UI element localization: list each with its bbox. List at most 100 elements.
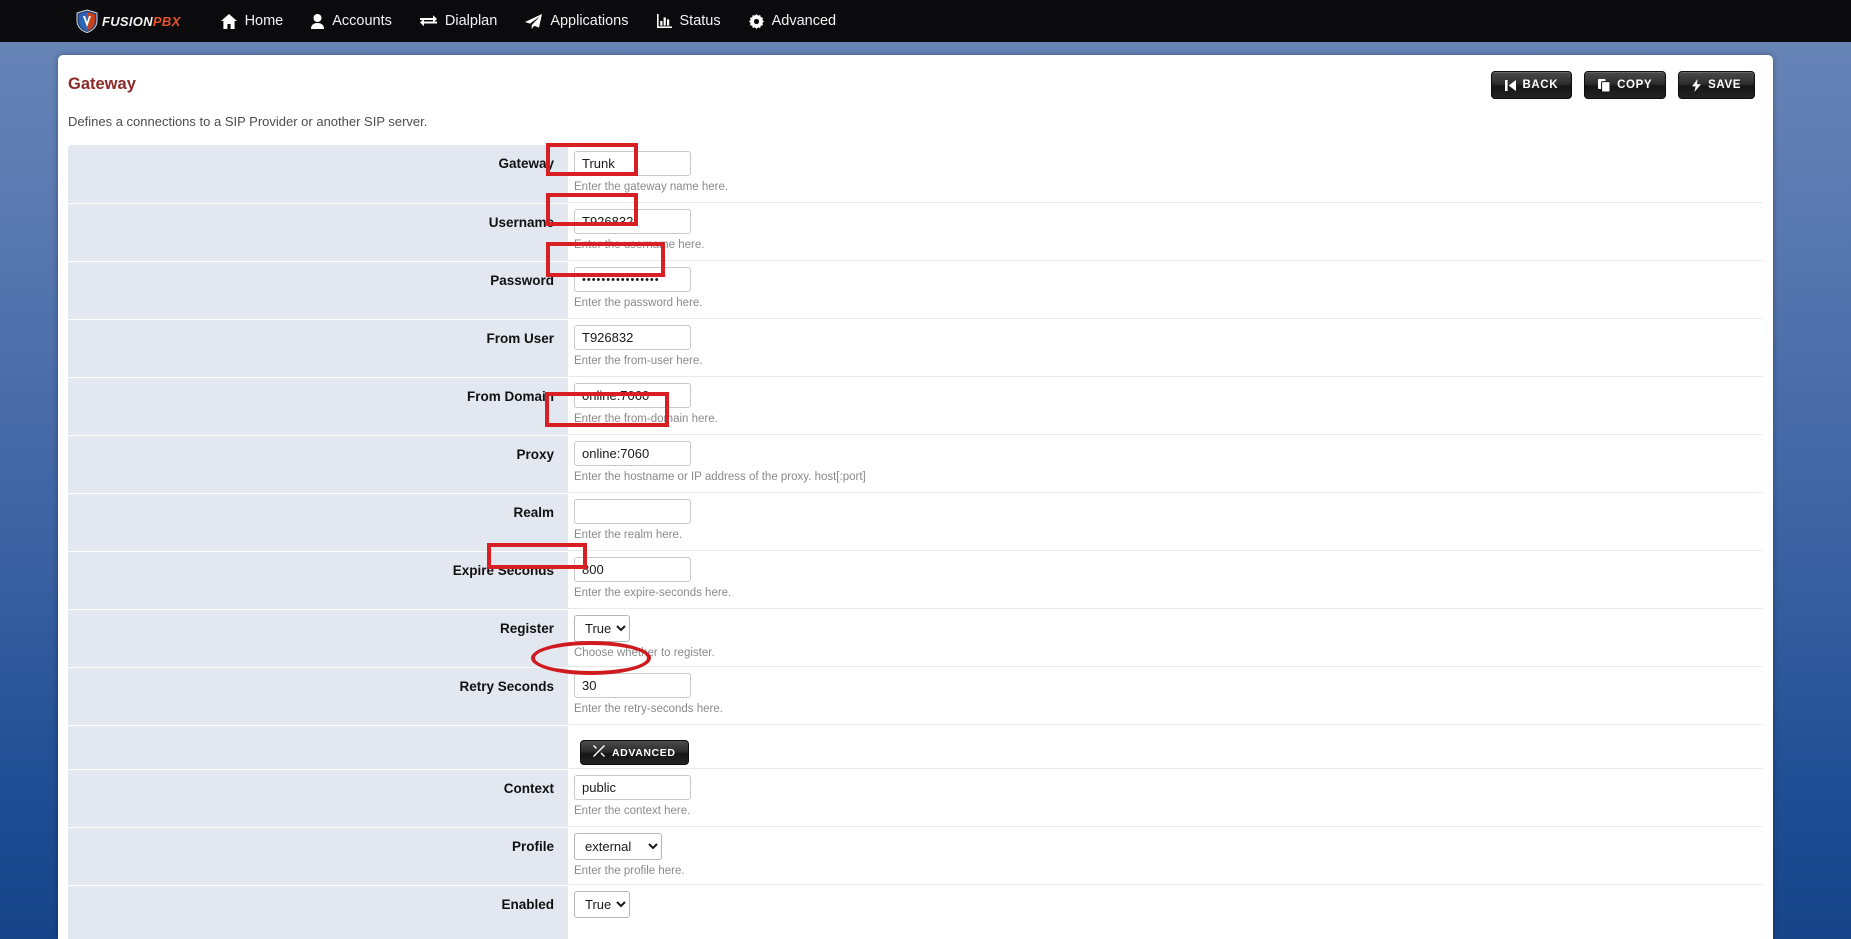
fusionpbx-logo[interactable]: FUSIONPBX: [76, 9, 181, 33]
logo-wordmark: FUSIONPBX: [102, 14, 181, 29]
label-username: Username: [68, 203, 568, 261]
label-enabled: Enabled: [68, 885, 568, 939]
form-row-from-domain: From Domain Enter the from-domain here.: [68, 377, 1763, 435]
page-title: Gateway: [68, 75, 136, 93]
nav-label-applications: Applications: [550, 13, 629, 29]
gateway-form: Gateway Enter the gateway name here. Use…: [68, 145, 1763, 939]
label-from-user: From User: [68, 319, 568, 377]
field-from-user: Enter the from-user here.: [568, 319, 1763, 377]
field-proxy: Enter the hostname or IP address of the …: [568, 435, 1763, 493]
hint-gateway: Enter the gateway name here.: [574, 181, 729, 193]
label-retry-seconds: Retry Seconds: [68, 667, 568, 725]
step-backward-icon: [1504, 79, 1516, 91]
context-input[interactable]: [574, 775, 691, 800]
advanced-button-wrap: ADVANCED: [574, 731, 1763, 765]
save-button[interactable]: SAVE: [1678, 71, 1755, 99]
gateway-input[interactable]: [574, 151, 691, 176]
form-row-context: Context Enter the context here.: [68, 769, 1763, 827]
form-row-gateway: Gateway Enter the gateway name here.: [68, 145, 1763, 203]
nav-label-accounts: Accounts: [332, 13, 392, 29]
nav-item-applications[interactable]: Applications: [511, 0, 642, 42]
enabled-select[interactable]: True False: [574, 891, 630, 918]
retry-seconds-input[interactable]: [574, 673, 691, 698]
nav-item-accounts[interactable]: Accounts: [297, 0, 406, 42]
form-row-realm: Realm Enter the realm here.: [68, 493, 1763, 551]
label-from-domain: From Domain: [68, 377, 568, 435]
copy-files-icon: [1598, 78, 1611, 92]
nav-item-dialplan[interactable]: Dialplan: [406, 0, 511, 42]
hint-retry-seconds: Enter the retry-seconds here.: [574, 703, 723, 715]
form-row-expire-seconds: Expire Seconds Enter the expire-seconds …: [68, 551, 1763, 609]
page-toolbar: BACK COPY SAVE: [1490, 71, 1755, 99]
hint-profile: Enter the profile here.: [574, 865, 685, 877]
field-context: Enter the context here.: [568, 769, 1763, 827]
user-icon: [311, 13, 325, 29]
field-password: Enter the password here.: [568, 261, 1763, 319]
expire-seconds-input[interactable]: [574, 557, 691, 582]
form-row-retry-seconds: Retry Seconds Enter the retry-seconds he…: [68, 667, 1763, 725]
nav-label-advanced: Advanced: [771, 13, 837, 29]
nav-item-home[interactable]: Home: [207, 0, 298, 42]
nav-item-advanced[interactable]: Advanced: [735, 0, 851, 42]
label-gateway: Gateway: [68, 145, 568, 203]
label-password: Password: [68, 261, 568, 319]
label-advanced-spacer: [68, 725, 568, 769]
realm-input[interactable]: [574, 499, 691, 524]
proxy-input[interactable]: [574, 441, 691, 466]
nav-item-status[interactable]: Status: [643, 0, 735, 42]
back-button-label: BACK: [1522, 79, 1559, 91]
from-domain-input[interactable]: [574, 383, 691, 408]
label-context: Context: [68, 769, 568, 827]
page-description: Defines a connections to a SIP Provider …: [68, 114, 428, 129]
field-retry-seconds: Enter the retry-seconds here.: [568, 667, 1763, 725]
paper-plane-icon: [525, 13, 543, 29]
nav-label-status: Status: [679, 13, 721, 29]
label-realm: Realm: [68, 493, 568, 551]
hint-username: Enter the username here.: [574, 239, 705, 251]
hint-from-user: Enter the from-user here.: [574, 355, 703, 367]
profile-select[interactable]: external internal: [574, 833, 662, 860]
from-user-input[interactable]: [574, 325, 691, 350]
form-row-username: Username Enter the username here.: [68, 203, 1763, 261]
field-enabled: True False: [568, 885, 1763, 939]
field-realm: Enter the realm here.: [568, 493, 1763, 551]
copy-button-label: COPY: [1617, 79, 1653, 91]
gateway-content-panel: Gateway Defines a connections to a SIP P…: [58, 55, 1773, 939]
advanced-button-label: ADVANCED: [612, 746, 676, 759]
field-expire-seconds: Enter the expire-seconds here.: [568, 551, 1763, 609]
label-proxy: Proxy: [68, 435, 568, 493]
hint-proxy: Enter the hostname or IP address of the …: [574, 471, 866, 483]
username-input[interactable]: [574, 209, 691, 234]
hint-password: Enter the password here.: [574, 297, 703, 309]
field-profile: external internal Enter the profile here…: [568, 827, 1763, 885]
label-register: Register: [68, 609, 568, 667]
password-input[interactable]: [574, 267, 691, 292]
form-row-advanced-toggle: ADVANCED: [68, 725, 1763, 769]
label-expire-seconds: Expire Seconds: [68, 551, 568, 609]
top-navigation-bar: FUSIONPBX Home Accounts Dialplan Applica…: [0, 0, 1851, 42]
register-select[interactable]: True False: [574, 615, 630, 642]
lightning-bolt-icon: [1692, 78, 1702, 92]
field-gateway: Enter the gateway name here.: [568, 145, 1763, 203]
save-button-label: SAVE: [1708, 79, 1741, 91]
tools-icon: [593, 745, 605, 760]
bar-chart-icon: [656, 14, 672, 28]
form-row-enabled: Enabled True False: [68, 885, 1763, 939]
hint-from-domain: Enter the from-domain here.: [574, 413, 718, 425]
logo-text-fusion: FUSION: [102, 13, 153, 29]
form-row-proxy: Proxy Enter the hostname or IP address o…: [68, 435, 1763, 493]
nav-label-home: Home: [244, 13, 284, 29]
label-profile: Profile: [68, 827, 568, 885]
back-button[interactable]: BACK: [1490, 71, 1573, 99]
hint-realm: Enter the realm here.: [574, 529, 683, 541]
shield-logo-icon: [76, 9, 98, 33]
advanced-button[interactable]: ADVANCED: [580, 740, 689, 765]
home-icon: [220, 13, 237, 29]
field-username: Enter the username here.: [568, 203, 1763, 261]
gear-icon: [748, 13, 764, 29]
copy-button[interactable]: COPY: [1584, 71, 1667, 99]
exchange-arrows-icon: [419, 14, 437, 28]
field-advanced-toggle: ADVANCED: [568, 725, 1763, 769]
hint-expire-seconds: Enter the expire-seconds here.: [574, 587, 732, 599]
form-row-from-user: From User Enter the from-user here.: [68, 319, 1763, 377]
